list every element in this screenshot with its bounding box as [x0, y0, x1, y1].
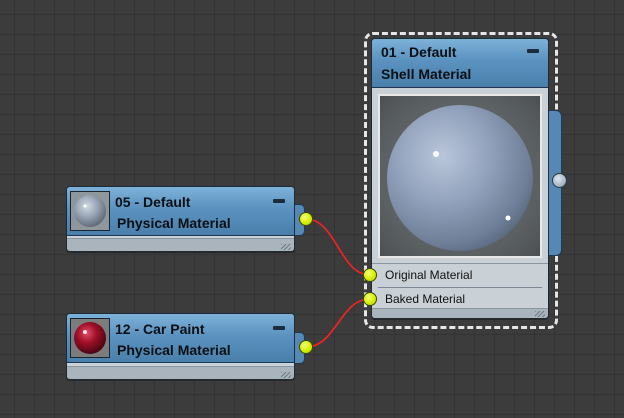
minimize-bar-icon[interactable] [273, 326, 285, 330]
default05-node-title: 05 - Default [115, 194, 191, 210]
carpaint-material-node[interactable]: 12 - Car Paint Physical Material [66, 313, 295, 380]
carpaint-node-header[interactable]: 12 - Car Paint Physical Material [67, 314, 294, 363]
original-material-input-socket[interactable] [363, 268, 377, 282]
shell-node-title: 01 - Default [381, 44, 457, 60]
minimize-bar-icon[interactable] [273, 199, 285, 203]
sphere-preview-icon [74, 195, 106, 227]
carpaint-output-socket[interactable] [299, 340, 313, 354]
default05-node-type: Physical Material [117, 215, 231, 231]
shell-slot-divider [378, 287, 542, 288]
shell-node-header[interactable]: 01 - Default Shell Material [372, 39, 548, 88]
carpaint-node-footer [67, 366, 294, 379]
slot-original-material-label: Original Material [385, 268, 473, 282]
resize-grip-icon[interactable] [281, 244, 291, 250]
shell-node-footer [372, 308, 548, 318]
shell-node-type: Shell Material [381, 66, 472, 82]
baked-material-input-socket[interactable] [363, 292, 377, 306]
shell-material-preview [378, 94, 542, 258]
carpaint-node-type: Physical Material [117, 342, 231, 358]
shell-slot-divider [372, 263, 548, 264]
wire-carpaint-to-baked[interactable] [305, 298, 371, 348]
resize-grip-icon[interactable] [535, 311, 545, 317]
default05-node-header[interactable]: 05 - Default Physical Material [67, 187, 294, 236]
sphere-preview-icon [74, 322, 106, 354]
shell-output-socket[interactable] [552, 173, 567, 188]
default05-material-node[interactable]: 05 - Default Physical Material [66, 186, 295, 252]
wire-default05-to-original[interactable] [305, 218, 371, 276]
default05-output-socket[interactable] [299, 212, 313, 226]
minimize-bar-icon[interactable] [527, 49, 539, 53]
carpaint-node-title: 12 - Car Paint [115, 321, 205, 337]
resize-grip-icon[interactable] [281, 372, 291, 378]
slot-baked-material-label: Baked Material [385, 292, 466, 306]
default05-node-footer [67, 238, 294, 251]
shell-material-node[interactable]: 01 - Default Shell Material Original Mat… [371, 38, 549, 319]
default05-preview [70, 191, 110, 231]
carpaint-preview [70, 318, 110, 358]
sphere-preview-icon [387, 105, 533, 251]
